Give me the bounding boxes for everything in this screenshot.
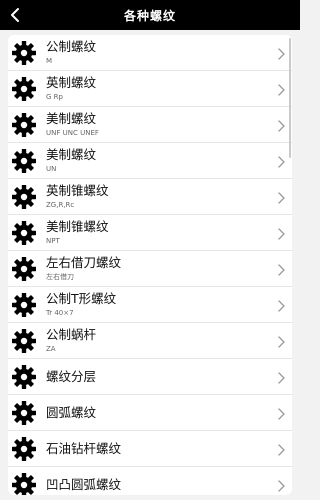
list-item-text: 凹凸圆弧螺纹 xyxy=(46,477,276,492)
gear-icon xyxy=(12,112,36,137)
list-item-text: 公制蜗杆 ZA xyxy=(46,327,276,354)
chevron-right-icon xyxy=(276,190,286,204)
list-item-text: 美制螺纹 UN xyxy=(46,147,276,174)
list-item-label: 螺纹分层 xyxy=(46,369,97,384)
list-item-subtitle: Tr 40×7 xyxy=(46,309,74,317)
list-item-subtitle: ZG,R,Rc xyxy=(46,201,75,209)
chevron-right-icon xyxy=(276,46,286,60)
page-title: 各种螺纹 xyxy=(123,8,176,23)
list-item[interactable]: 英制锥螺纹 ZG,R,Rc xyxy=(8,179,292,215)
list-item-text: 圆弧螺纹 xyxy=(46,405,276,420)
list-item-text: 公制螺纹 M xyxy=(46,39,276,66)
list-item-subtitle: NPT xyxy=(46,237,60,245)
list-item-text: 美制锥螺纹 NPT xyxy=(46,219,276,246)
gear-icon xyxy=(12,256,36,281)
gear-icon xyxy=(12,76,36,101)
chevron-right-icon xyxy=(276,262,286,276)
gear-icon xyxy=(12,40,36,65)
list-item[interactable]: 美制锥螺纹 NPT xyxy=(8,215,292,251)
chevron-right-icon xyxy=(276,154,286,168)
chevron-right-icon xyxy=(276,118,286,132)
gear-icon xyxy=(12,472,36,495)
gear-icon xyxy=(12,436,36,461)
list-item-label: 公制蜗杆 xyxy=(46,327,97,342)
list-item-label: 美制螺纹 xyxy=(46,111,97,126)
list-item[interactable]: 石油钻杆螺纹 xyxy=(8,431,292,467)
list-item-subtitle: UNF UNC UNEF xyxy=(46,129,99,137)
list-item-subtitle: ZA xyxy=(46,345,56,353)
gear-icon xyxy=(12,400,36,425)
list-item-label: 美制螺纹 xyxy=(46,147,97,162)
chevron-left-icon xyxy=(11,8,19,22)
list-item-label: 石油钻杆螺纹 xyxy=(46,441,122,456)
list-item-label: 圆弧螺纹 xyxy=(46,405,97,420)
list-item-text: 螺纹分层 xyxy=(46,369,276,384)
list-item[interactable]: 公制蜗杆 ZA xyxy=(8,323,292,359)
list-item-text: 英制螺纹 G Rp xyxy=(46,75,276,102)
list-item[interactable]: 公制T形螺纹 Tr 40×7 xyxy=(8,287,292,323)
chevron-right-icon xyxy=(276,226,286,240)
chevron-right-icon xyxy=(276,298,286,312)
chevron-right-icon xyxy=(276,334,286,348)
gear-icon xyxy=(12,184,36,209)
list-item-label: 英制锥螺纹 xyxy=(46,183,109,198)
list-item[interactable]: 英制螺纹 G Rp xyxy=(8,71,292,107)
list-item-label: 公制T形螺纹 xyxy=(46,291,117,306)
gear-icon xyxy=(12,292,36,317)
list-item-label: 公制螺纹 xyxy=(46,39,97,54)
gear-icon xyxy=(12,220,36,245)
chevron-right-icon xyxy=(276,406,286,420)
list-item-label: 美制锥螺纹 xyxy=(46,219,109,234)
back-button[interactable] xyxy=(6,6,24,24)
list-item-text: 公制T形螺纹 Tr 40×7 xyxy=(46,291,276,318)
list-item-text: 美制螺纹 UNF UNC UNEF xyxy=(46,111,276,138)
list-item[interactable]: 美制螺纹 UNF UNC UNEF xyxy=(8,107,292,143)
list-item-label: 英制螺纹 xyxy=(46,75,97,90)
list-item[interactable]: 美制螺纹 UN xyxy=(8,143,292,179)
list-item-subtitle: UN xyxy=(46,165,57,173)
chevron-right-icon xyxy=(276,370,286,384)
scrollbar[interactable] xyxy=(289,38,291,158)
list-item[interactable]: 螺纹分层 xyxy=(8,359,292,395)
chevron-right-icon xyxy=(276,82,286,96)
gear-icon xyxy=(12,148,36,173)
list-item-label: 凹凸圆弧螺纹 xyxy=(46,477,122,492)
list-item-text: 石油钻杆螺纹 xyxy=(46,441,276,456)
list-item[interactable]: 凹凸圆弧螺纹 xyxy=(8,467,292,495)
gear-icon xyxy=(12,328,36,353)
chevron-right-icon xyxy=(276,478,286,492)
list-item-subtitle: M xyxy=(46,57,53,65)
list-item[interactable]: 左右借刀螺纹左右借刀 xyxy=(8,251,292,287)
list-item[interactable]: 圆弧螺纹 xyxy=(8,395,292,431)
top-bar: 各种螺纹 xyxy=(0,0,300,30)
chevron-right-icon xyxy=(276,442,286,456)
thread-type-list[interactable]: 公制螺纹 M 英制螺纹 G Rp 美制螺纹 UNF UNC UNEF 美制螺纹 … xyxy=(8,35,292,495)
list-item-subtitle: G Rp xyxy=(46,93,63,101)
list-item[interactable]: 公制螺纹 M xyxy=(8,35,292,71)
list-item-text: 英制锥螺纹 ZG,R,Rc xyxy=(46,183,276,210)
list-item-label: 左右借刀螺纹 xyxy=(46,255,122,270)
list-item-subtitle: 左右借刀 xyxy=(46,273,74,281)
gear-icon xyxy=(12,364,36,389)
list-item-text: 左右借刀螺纹左右借刀 xyxy=(46,255,276,282)
